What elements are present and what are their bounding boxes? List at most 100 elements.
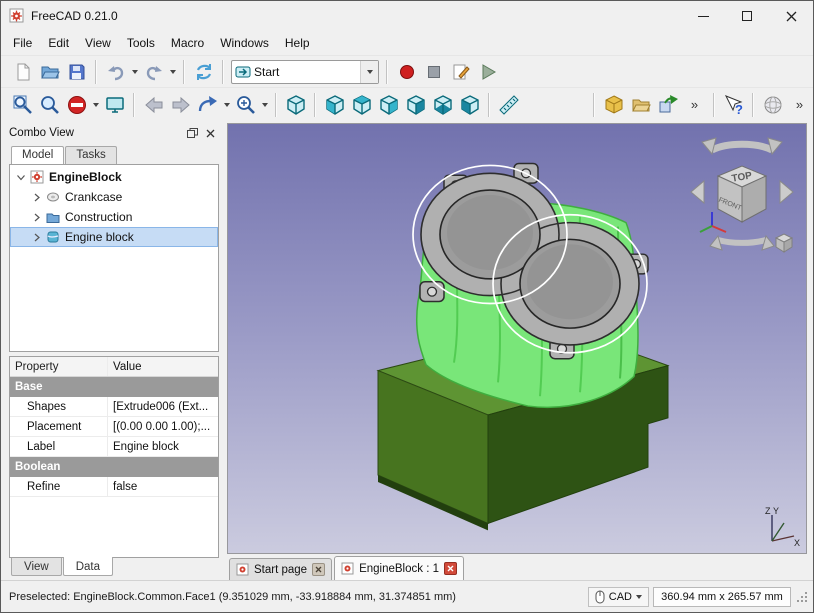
nav-forward-button[interactable] xyxy=(167,91,194,118)
refresh-button[interactable] xyxy=(190,58,217,85)
package-icon xyxy=(603,94,625,116)
menu-view[interactable]: View xyxy=(77,33,119,53)
front-view-button[interactable] xyxy=(321,91,348,118)
workbench-selector[interactable]: Start xyxy=(231,60,379,84)
property-row-shapes[interactable]: Shapes [Extrude006 (Ext... xyxy=(10,397,218,417)
property-value[interactable]: [Extrude006 (Ext... xyxy=(108,397,218,416)
rear-view-button[interactable] xyxy=(402,91,429,118)
viewport-column: TOP FRONT Z Y xyxy=(227,123,807,580)
link-navigate-button[interactable] xyxy=(194,91,221,118)
top-view-button[interactable] xyxy=(348,91,375,118)
tab-engineblock-document[interactable]: EngineBlock : 1 xyxy=(334,556,464,580)
tree-item-engine-block[interactable]: Engine block xyxy=(10,227,218,247)
close-tab-button[interactable] xyxy=(312,563,325,576)
expander-icon[interactable] xyxy=(32,193,41,202)
menu-macro[interactable]: Macro xyxy=(163,33,212,53)
undo-button[interactable] xyxy=(102,58,129,85)
macro-stop-button[interactable] xyxy=(420,58,447,85)
whats-this-button[interactable]: ? xyxy=(720,91,747,118)
macro-edit-button[interactable] xyxy=(447,58,474,85)
maximize-button[interactable] xyxy=(725,1,769,31)
expander-icon[interactable] xyxy=(32,213,41,222)
export-button[interactable] xyxy=(654,91,681,118)
front-view-cube-icon xyxy=(324,94,346,116)
link-dropdown[interactable] xyxy=(221,92,232,118)
mouse-icon xyxy=(595,590,605,604)
folder-button[interactable] xyxy=(627,91,654,118)
axonometric-view-button[interactable] xyxy=(282,91,309,118)
close-button[interactable] xyxy=(769,1,813,31)
fit-selection-button[interactable] xyxy=(36,91,63,118)
tab-view-properties[interactable]: View xyxy=(11,558,62,576)
tree-item-engineblock[interactable]: EngineBlock xyxy=(10,167,218,187)
draw-style-button[interactable] xyxy=(101,91,128,118)
record-icon xyxy=(400,65,414,79)
freecad-window: FreeCAD 0.21.0 File Edit View Tools Macr… xyxy=(0,0,814,613)
open-button[interactable] xyxy=(36,58,63,85)
undo-dropdown[interactable] xyxy=(129,59,140,85)
menu-file[interactable]: File xyxy=(5,33,40,53)
whats-this-icon: ? xyxy=(723,94,745,116)
new-file-icon xyxy=(13,62,33,82)
close-tab-button[interactable] xyxy=(444,562,457,575)
rotate-right-arrow[interactable] xyxy=(780,181,793,203)
property-value[interactable]: false xyxy=(108,477,218,496)
tab-start-page[interactable]: Start page xyxy=(229,558,332,580)
expander-icon[interactable] xyxy=(32,233,41,242)
tab-tasks[interactable]: Tasks xyxy=(65,146,116,164)
tab-data-properties[interactable]: Data xyxy=(63,557,113,576)
nav-back-button[interactable] xyxy=(140,91,167,118)
toolbar-overflow-button[interactable]: » xyxy=(681,91,708,118)
mini-cube-icon[interactable] xyxy=(776,234,792,252)
menu-help[interactable]: Help xyxy=(277,33,318,53)
menu-windows[interactable]: Windows xyxy=(212,33,277,53)
redo-dropdown[interactable] xyxy=(167,59,178,85)
link-arrow-icon xyxy=(197,94,219,116)
left-view-button[interactable] xyxy=(456,91,483,118)
property-row-refine[interactable]: Refine false xyxy=(10,477,218,497)
dimension-value: 360.94 mm x 265.57 mm xyxy=(661,591,783,603)
float-panel-button[interactable] xyxy=(183,125,201,141)
resize-grip[interactable] xyxy=(795,590,809,604)
top-view-cube-icon xyxy=(351,94,373,116)
tree-item-crankcase[interactable]: Crankcase xyxy=(10,187,218,207)
clipping-button[interactable] xyxy=(63,91,90,118)
minimize-button[interactable] xyxy=(681,1,725,31)
redo-button[interactable] xyxy=(140,58,167,85)
fit-all-button[interactable] xyxy=(9,91,36,118)
zoom-button[interactable] xyxy=(232,91,259,118)
tab-model[interactable]: Model xyxy=(11,146,64,165)
close-icon xyxy=(315,566,322,573)
right-view-button[interactable] xyxy=(375,91,402,118)
property-group-base: Base xyxy=(10,377,218,397)
clipping-dropdown[interactable] xyxy=(90,92,101,118)
measure-button[interactable] xyxy=(495,91,522,118)
folder-icon xyxy=(631,95,651,115)
save-button[interactable] xyxy=(63,58,90,85)
menu-tools[interactable]: Tools xyxy=(119,33,163,53)
redo-icon xyxy=(144,62,164,82)
bottom-view-button[interactable] xyxy=(429,91,456,118)
menu-edit[interactable]: Edit xyxy=(40,33,77,53)
solid-shape-icon xyxy=(46,230,60,244)
package-button[interactable] xyxy=(600,91,627,118)
new-document-button[interactable] xyxy=(9,58,36,85)
rotate-left-arrow[interactable] xyxy=(691,181,704,203)
macro-execute-button[interactable] xyxy=(474,58,501,85)
navigation-cube[interactable]: TOP FRONT xyxy=(686,130,798,262)
toolbar-overflow-button-2[interactable]: » xyxy=(786,91,813,118)
zoom-dropdown[interactable] xyxy=(259,92,270,118)
stop-icon xyxy=(428,66,440,78)
navigation-sphere-button[interactable] xyxy=(759,91,786,118)
property-value[interactable]: [(0.00 0.00 1.00);... xyxy=(108,417,218,436)
property-row-placement[interactable]: Placement [(0.00 0.00 1.00);... xyxy=(10,417,218,437)
property-row-label[interactable]: Label Engine block xyxy=(10,437,218,457)
tree-item-construction[interactable]: Construction xyxy=(10,207,218,227)
3d-viewport[interactable]: TOP FRONT Z Y xyxy=(227,123,807,554)
workbench-dropdown[interactable] xyxy=(360,61,378,83)
macro-record-button[interactable] xyxy=(393,58,420,85)
nav-style-selector[interactable]: CAD xyxy=(588,587,649,607)
expander-icon[interactable] xyxy=(16,173,25,182)
close-panel-button[interactable] xyxy=(201,125,219,141)
property-value[interactable]: Engine block xyxy=(108,437,218,456)
